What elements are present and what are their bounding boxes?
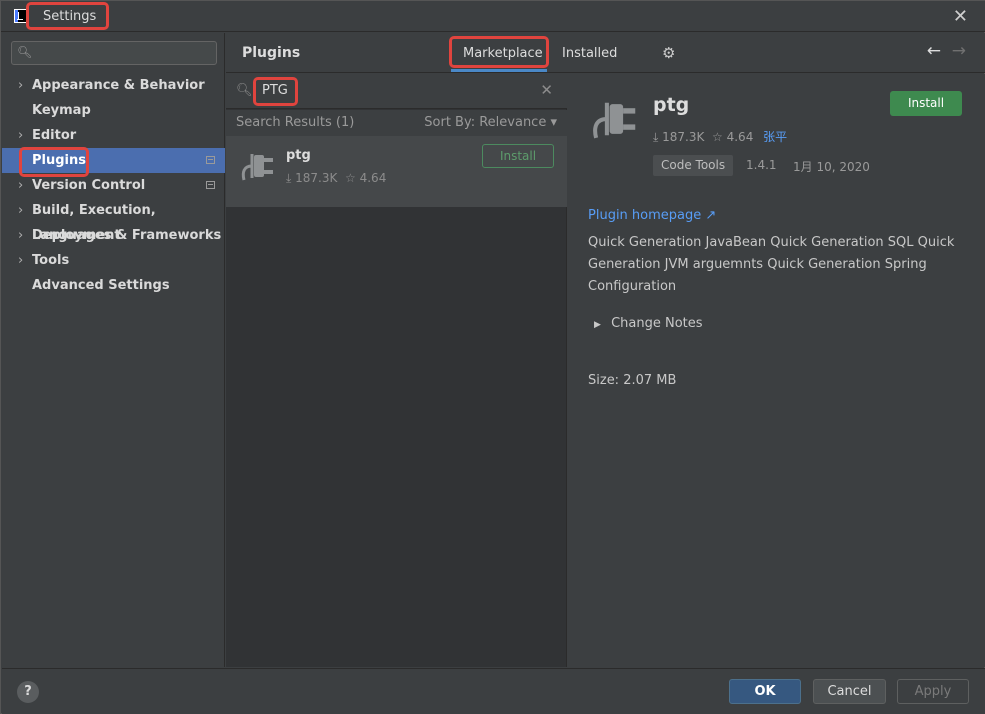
active-tab-indicator: [451, 69, 547, 72]
settings-window: Settings ✕ 🔍︎ › Appearance & Behavior Ke…: [0, 0, 985, 714]
clear-icon[interactable]: ✕: [540, 81, 553, 99]
star-icon: ☆: [345, 171, 356, 185]
triangle-right-icon: ▶: [594, 320, 601, 330]
sidebar-item-appearance[interactable]: › Appearance & Behavior: [2, 73, 225, 98]
sidebar-item-label: Tools: [32, 253, 70, 268]
plugin-rating: 4.64: [726, 130, 754, 144]
install-button[interactable]: Install: [890, 91, 962, 116]
list-item[interactable]: ptg ⤓ 187.3K ☆ 4.64 Install: [226, 136, 567, 207]
search-query-text[interactable]: PTG: [262, 83, 288, 98]
change-notes-toggle[interactable]: ▶ Change Notes: [594, 316, 703, 331]
settings-sidebar: 🔍︎ › Appearance & Behavior Keymap › Edit…: [2, 33, 225, 667]
sidebar-item-label: Plugins: [32, 153, 86, 168]
chevron-right-icon: ›: [18, 253, 24, 268]
gear-icon[interactable]: ⚙: [662, 44, 675, 62]
project-settings-icon: [206, 156, 215, 164]
results-bar: Search Results (1) Sort By: Relevance ▾: [226, 110, 567, 136]
download-icon: ⤓: [286, 171, 292, 185]
project-settings-icon: [206, 181, 215, 189]
plugin-downloads: 187.3K: [295, 171, 338, 185]
sidebar-item-label: Version Control: [32, 178, 146, 193]
arrow-right-icon[interactable]: →: [952, 41, 966, 61]
title-bar: Settings ✕: [1, 1, 985, 32]
plugin-search-input[interactable]: 🔍︎ PTG ✕: [226, 74, 567, 109]
sort-dropdown[interactable]: Sort By: Relevance ▾: [424, 115, 557, 130]
sidebar-item-label: Keymap: [32, 103, 91, 118]
sort-label: Sort By: Relevance: [424, 115, 547, 130]
vendor-link[interactable]: 张平: [763, 130, 787, 144]
plugin-icon: [241, 154, 273, 181]
sidebar-search-input[interactable]: 🔍︎: [11, 41, 217, 65]
sidebar-item-label: Languages & Frameworks: [32, 228, 222, 243]
sidebar-item-label: Editor: [32, 128, 77, 143]
chevron-right-icon: ›: [18, 203, 24, 218]
plugin-date: 1月 10, 2020: [793, 160, 870, 174]
tab-installed[interactable]: Installed: [562, 46, 617, 61]
sidebar-item-advanced[interactable]: Advanced Settings: [2, 273, 225, 298]
chevron-right-icon: ›: [18, 228, 24, 243]
plugin-size: Size: 2.07 MB: [588, 373, 677, 388]
plugins-header: Plugins Marketplace Installed ⚙ ← →: [226, 33, 985, 73]
sidebar-item-tools[interactable]: › Tools: [2, 248, 225, 273]
window-title: Settings: [43, 9, 97, 24]
plugin-icon: [593, 102, 636, 139]
install-button[interactable]: Install: [482, 144, 554, 168]
plugin-downloads: 187.3K: [662, 130, 705, 144]
sidebar-item-keymap[interactable]: Keymap: [2, 98, 225, 123]
chevron-right-icon: ›: [18, 178, 24, 193]
cancel-button[interactable]: Cancel: [813, 679, 886, 704]
plugin-stats: ⤓ 187.3K ☆ 4.64: [286, 171, 386, 186]
plugin-description: Quick Generation JavaBean Quick Generati…: [588, 235, 955, 294]
plugin-detail-panel: ptg Install ⤓ 187.3K ☆ 4.64 张平 Code Tool…: [568, 74, 985, 667]
close-icon[interactable]: ✕: [953, 6, 968, 27]
plugin-homepage-link[interactable]: Plugin homepage ↗: [588, 208, 716, 223]
sidebar-item-build[interactable]: › Build, Execution, Deployment: [2, 198, 225, 243]
ok-button[interactable]: OK: [729, 679, 801, 704]
caret-down-icon: ▾: [550, 115, 557, 130]
star-icon: ☆: [712, 130, 723, 144]
plugin-version: 1.4.1: [746, 158, 777, 172]
dialog-footer: ? OK Cancel Apply: [2, 668, 985, 714]
external-link-icon: ↗: [705, 208, 717, 223]
sidebar-item-label: Appearance & Behavior: [32, 78, 205, 93]
apply-button[interactable]: Apply: [897, 679, 969, 704]
change-notes-label: Change Notes: [611, 316, 703, 331]
intellij-logo-icon: [14, 9, 27, 23]
search-icon: 🔍︎: [236, 83, 253, 98]
page-title: Plugins: [242, 45, 301, 61]
plugin-list-panel: 🔍︎ PTG ✕ Search Results (1) Sort By: Rel…: [226, 74, 567, 667]
homepage-link-text: Plugin homepage: [588, 208, 702, 223]
plugin-stats: ⤓ 187.3K ☆ 4.64 张平: [653, 128, 787, 145]
sidebar-item-label: Advanced Settings: [32, 278, 170, 293]
plugin-title: ptg: [653, 94, 690, 116]
sidebar-item-languages[interactable]: › Languages & Frameworks: [2, 223, 225, 248]
chevron-right-icon: ›: [18, 128, 24, 143]
search-icon: 🔍︎: [17, 45, 33, 59]
help-button[interactable]: ?: [17, 681, 39, 703]
tab-marketplace[interactable]: Marketplace: [463, 46, 543, 61]
arrow-left-icon[interactable]: ←: [927, 41, 941, 61]
plugin-name: ptg: [286, 148, 311, 163]
download-icon: ⤓: [653, 130, 659, 144]
plugin-rating: 4.64: [359, 171, 387, 185]
sidebar-item-editor[interactable]: › Editor: [2, 123, 225, 148]
sidebar-item-version-control[interactable]: › Version Control: [2, 173, 225, 198]
results-count: Search Results (1): [236, 115, 355, 130]
category-tag: Code Tools: [653, 155, 734, 176]
chevron-right-icon: ›: [18, 78, 24, 93]
sidebar-item-plugins[interactable]: Plugins: [2, 148, 225, 173]
